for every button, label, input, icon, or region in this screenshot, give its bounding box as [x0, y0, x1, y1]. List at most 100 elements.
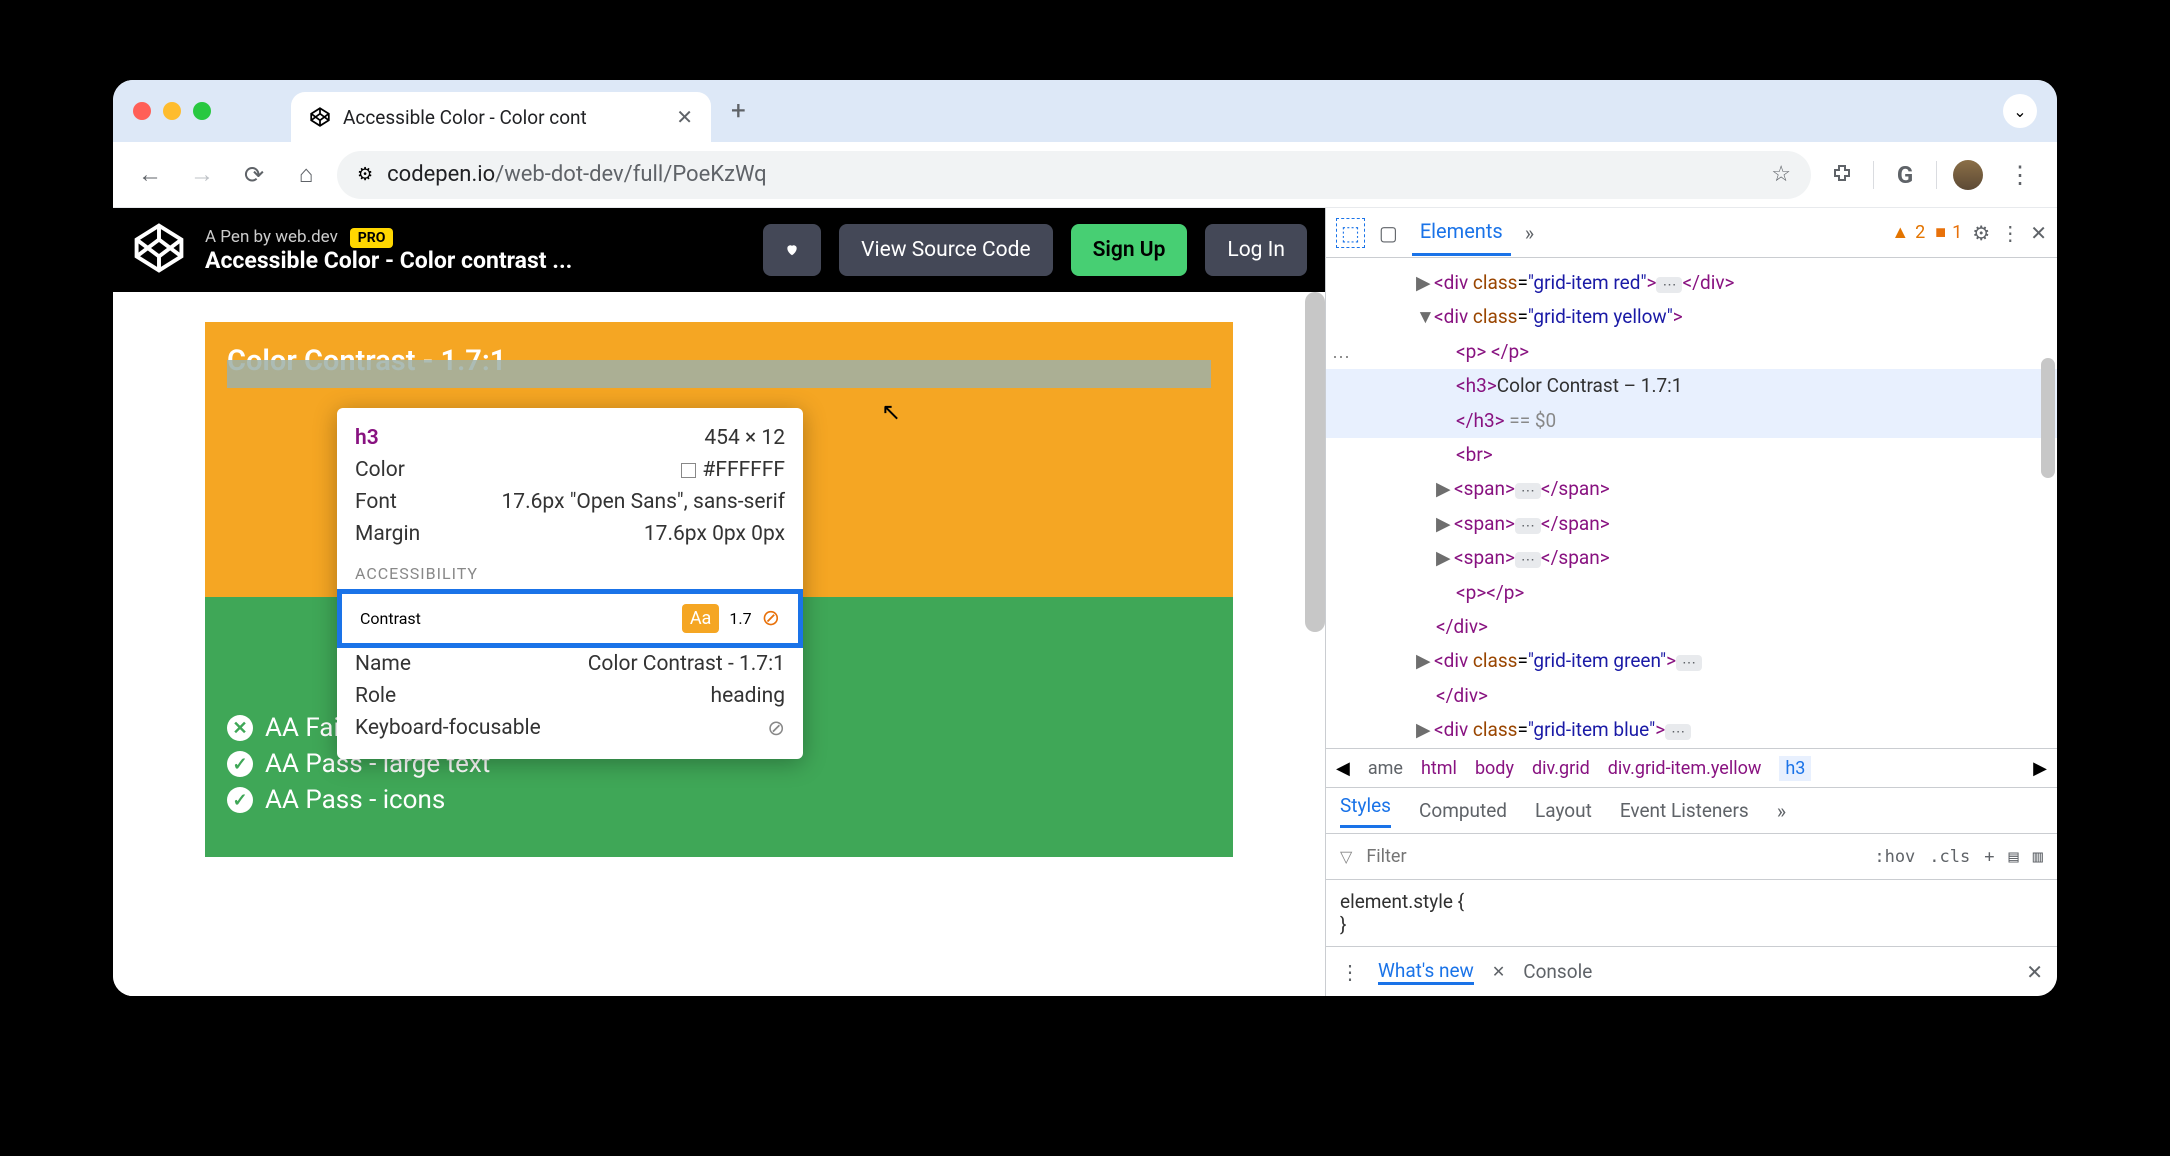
home-button[interactable]: ⌂: [285, 154, 327, 196]
tooltip-label: Role: [355, 684, 396, 708]
tab-elements[interactable]: Elements: [1412, 209, 1511, 256]
profile-avatar[interactable]: [1947, 154, 1989, 196]
page-scrollbar[interactable]: [1305, 292, 1325, 632]
tooltip-value: 17.6px 0px 0px: [644, 522, 785, 546]
element-highlight: [227, 360, 1211, 388]
codepen-logo-icon[interactable]: [131, 220, 187, 280]
tab-whatsnew[interactable]: What's new: [1378, 959, 1474, 985]
close-tab-icon[interactable]: ✕: [1492, 962, 1505, 981]
list-item: ✓ AA Pass - icons: [227, 785, 1211, 815]
x-icon: ✕: [227, 715, 253, 741]
selected-element: <h3>Color Contrast – 1.7:1: [1326, 369, 2057, 403]
view-source-button[interactable]: View Source Code: [839, 224, 1053, 276]
inspect-icon[interactable]: ⬚: [1336, 218, 1365, 248]
styles-icon[interactable]: ▤: [2009, 847, 2019, 867]
crumb[interactable]: div.grid-item.yellow: [1608, 758, 1762, 779]
bookmark-star-icon[interactable]: ☆: [1771, 162, 1791, 187]
heart-button[interactable]: [763, 224, 821, 276]
tooltip-contrast-row: Contrast Aa 1.7 ⊘: [337, 589, 803, 648]
drawer-menu-icon[interactable]: ⋮: [1340, 960, 1360, 984]
cls-toggle[interactable]: .cls: [1929, 847, 1970, 867]
new-rule-icon[interactable]: +: [1984, 847, 1994, 867]
more-tabs-icon[interactable]: »: [1777, 799, 1786, 823]
contrast-sample: Aa: [682, 604, 720, 633]
url-bar[interactable]: ⚙ codepen.io/web-dot-dev/full/PoeKzWq ☆: [337, 151, 1811, 199]
tab-computed[interactable]: Computed: [1419, 799, 1507, 822]
separator: [1936, 161, 1937, 189]
menu-icon[interactable]: ⋮: [1999, 154, 2041, 196]
tab-styles[interactable]: Styles: [1340, 794, 1391, 828]
layout-icon[interactable]: ▥: [2033, 847, 2043, 867]
tooltip-value: heading: [711, 684, 785, 708]
styles-filter-bar: ▽ :hov .cls + ▤ ▥: [1326, 834, 2057, 880]
element-tooltip: h3454 × 12 Color#FFFFFF Font17.6px "Open…: [337, 408, 803, 759]
check-icon: ✓: [227, 787, 253, 813]
contrast-value: 1.7: [729, 609, 751, 628]
crumb[interactable]: ame: [1368, 758, 1403, 779]
back-button[interactable]: ←: [129, 154, 171, 196]
tab-dropdown-icon[interactable]: ⌄: [2003, 94, 2037, 128]
list-item-label: AA Pass - icons: [265, 785, 445, 815]
url-text: codepen.io/web-dot-dev/full/PoeKzWq: [387, 162, 767, 187]
signup-button[interactable]: Sign Up: [1071, 224, 1188, 276]
viewport: A Pen by web.dev PRO Accessible Color - …: [113, 208, 2057, 996]
warning-badge[interactable]: ▲ 2: [1891, 222, 1925, 243]
filter-input[interactable]: [1366, 846, 1860, 867]
titlebar: Accessible Color - Color cont ✕ + ⌄: [113, 80, 2057, 142]
google-account-icon[interactable]: G: [1884, 154, 1926, 196]
crumb-active[interactable]: h3: [1779, 756, 1811, 781]
breadcrumb[interactable]: ◀ ame html body div.grid div.grid-item.y…: [1326, 748, 2057, 788]
element-style-rule: element.style {: [1340, 890, 2043, 913]
crumb-scroll-left-icon[interactable]: ◀: [1336, 758, 1350, 779]
close-devtools-icon[interactable]: ✕: [2030, 221, 2047, 245]
settings-icon[interactable]: ⚙: [1972, 221, 1990, 245]
forward-button[interactable]: →: [181, 154, 223, 196]
tooltip-value: #FFFFFF: [681, 458, 785, 482]
tab-console[interactable]: Console: [1523, 960, 1592, 983]
new-tab-button[interactable]: +: [731, 96, 746, 126]
check-icon: ✓: [227, 751, 253, 777]
close-window-icon[interactable]: [133, 102, 151, 120]
crumb[interactable]: div.grid: [1532, 758, 1590, 779]
drawer: ⋮ What's new ✕ Console ✕: [1326, 946, 2057, 996]
traffic-lights: [133, 102, 211, 120]
tooltip-label: Name: [355, 652, 411, 676]
tooltip-label: Color: [355, 458, 405, 482]
tooltip-value: Color Contrast - 1.7:1: [588, 652, 785, 676]
tooltip-section-header: ACCESSIBILITY: [355, 564, 785, 583]
tooltip-tag: h3: [355, 426, 379, 450]
more-tabs-icon[interactable]: »: [1525, 221, 1534, 245]
pen-title: Accessible Color - Color contrast ...: [205, 247, 745, 274]
elements-tree[interactable]: ▶<div class="grid-item red">⋯</div> ▼<di…: [1326, 258, 2057, 748]
devtools-tabs: ⬚ ▢ Elements » ▲ 2 ■ 1 ⚙ ⋮ ✕: [1326, 208, 2057, 258]
styles-body[interactable]: element.style { }: [1326, 880, 2057, 946]
close-drawer-icon[interactable]: ✕: [2026, 960, 2043, 984]
issue-badge[interactable]: ■ 1: [1935, 222, 1962, 243]
styles-tabs: Styles Computed Layout Event Listeners »: [1326, 788, 2057, 834]
hov-toggle[interactable]: :hov: [1874, 847, 1915, 867]
login-button[interactable]: Log In: [1205, 224, 1307, 276]
crumb-scroll-right-icon[interactable]: ▶: [2033, 758, 2047, 779]
closing-brace: }: [1340, 913, 2043, 936]
ellipsis-icon: ⋯: [1332, 344, 1350, 373]
pen-byline: A Pen by web.dev: [205, 227, 338, 247]
reload-button[interactable]: ⟳: [233, 154, 275, 196]
tab-close-icon[interactable]: ✕: [676, 105, 693, 129]
filter-icon: ▽: [1340, 847, 1352, 866]
pro-badge: PRO: [350, 228, 394, 248]
separator: [1873, 161, 1874, 189]
crumb[interactable]: html: [1421, 758, 1457, 779]
kebab-icon[interactable]: ⋮: [2000, 221, 2020, 245]
tab-event-listeners[interactable]: Event Listeners: [1620, 799, 1749, 822]
crumb[interactable]: body: [1475, 758, 1514, 779]
elements-scrollbar[interactable]: [2041, 358, 2055, 478]
maximize-window-icon[interactable]: [193, 102, 211, 120]
tab-title: Accessible Color - Color cont: [343, 106, 587, 129]
browser-tab[interactable]: Accessible Color - Color cont ✕: [291, 92, 711, 142]
minimize-window-icon[interactable]: [163, 102, 181, 120]
extensions-icon[interactable]: [1821, 154, 1863, 196]
page-content: A Pen by web.dev PRO Accessible Color - …: [113, 208, 1325, 996]
device-toggle-icon[interactable]: ▢: [1379, 221, 1398, 245]
site-settings-icon[interactable]: ⚙: [357, 164, 373, 185]
tab-layout[interactable]: Layout: [1535, 799, 1592, 822]
